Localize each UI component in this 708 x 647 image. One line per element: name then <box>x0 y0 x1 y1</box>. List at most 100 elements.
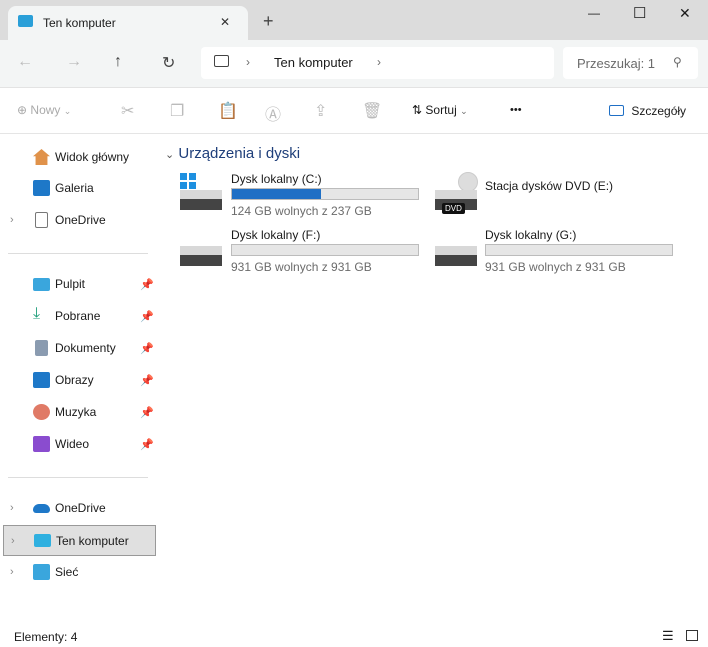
plus-circle-icon: ⊕ <box>17 103 28 117</box>
pin-icon[interactable]: 📌 <box>140 278 154 291</box>
section-header[interactable]: ⌄ Urządzenia i dyski <box>165 145 300 162</box>
details-label: Szczegóły <box>631 104 687 118</box>
tiles-view-icon[interactable] <box>686 630 698 641</box>
chevron-right-icon[interactable]: › <box>10 502 14 514</box>
address-bar[interactable]: › Ten komputer › <box>201 47 554 79</box>
sidebar-item-home[interactable]: Widok główny <box>0 141 156 173</box>
paste-icon[interactable]: 📋 <box>218 101 238 121</box>
divider <box>8 477 148 478</box>
computer-icon <box>18 15 33 27</box>
new-label: Nowy <box>30 103 61 117</box>
chevron-down-icon: ⌄ <box>165 149 175 161</box>
desktop-icon <box>33 278 50 291</box>
close-window-button[interactable]: ✕ <box>679 5 691 22</box>
details-pane-icon <box>609 105 624 116</box>
sidebar-item-ten-komputer[interactable]: › Ten komputer <box>3 525 156 556</box>
back-icon[interactable]: ← <box>17 53 33 71</box>
drive-c[interactable]: Dysk lokalny (C:) 124 GB wolnych z 237 G… <box>178 170 423 222</box>
more-options-button[interactable]: ••• <box>510 104 522 116</box>
sort-button[interactable]: ⇅ Sortuj ⌄ <box>412 103 468 117</box>
sidebar-item-siec[interactable]: › Sieć <box>0 556 156 588</box>
maximize-button[interactable]: ☐ <box>633 4 646 22</box>
sidebar-item-pulpit[interactable]: Pulpit 📌 <box>0 268 156 300</box>
sidebar-item-pobrane[interactable]: ⤓ Pobrane 📌 <box>0 300 156 332</box>
sidebar-item-wideo[interactable]: Wideo 📌 <box>0 428 156 460</box>
details-view-icon[interactable]: ☰ <box>662 628 674 644</box>
new-tab-button[interactable]: + <box>263 11 274 32</box>
hard-drive-icon <box>435 246 477 266</box>
label: OneDrive <box>55 501 106 515</box>
sidebar-item-dokumenty[interactable]: Dokumenty 📌 <box>0 332 156 364</box>
drive-g[interactable]: Dysk lokalny (G:) 931 GB wolnych z 931 G… <box>433 226 678 278</box>
download-icon: ⤓ <box>33 305 41 322</box>
pin-icon[interactable]: 📌 <box>140 310 154 323</box>
sidebar-item-onedrive-personal[interactable]: › OneDrive <box>0 204 156 236</box>
forward-icon[interactable]: → <box>66 53 82 71</box>
drive-info: 124 GB wolnych z 237 GB <box>231 204 372 218</box>
navigation-bar: ← → ↑ ↻ › Ten komputer › Przeszukaj: 1 ⚲ <box>0 40 708 88</box>
chevron-right-icon[interactable]: › <box>377 55 381 69</box>
search-icon: ⚲ <box>673 55 682 69</box>
hard-drive-icon <box>180 246 222 266</box>
pin-icon[interactable]: 📌 <box>140 438 154 451</box>
cut-icon[interactable]: ✂ <box>121 101 134 121</box>
divider <box>8 253 148 254</box>
delete-icon[interactable]: 🗑 <box>362 101 382 121</box>
chevron-down-icon: ⌄ <box>63 106 72 116</box>
usage-bar <box>231 244 419 256</box>
chevron-right-icon: › <box>246 55 250 69</box>
drive-name: Stacja dysków DVD (E:) <box>485 179 614 193</box>
rename-icon[interactable]: Ⓐ <box>265 101 281 125</box>
drive-name: Dysk lokalny (F:) <box>231 228 321 242</box>
command-bar: ⊕ Nowy ⌄ ✂ ❐ 📋 Ⓐ ⇪ 🗑 ⇅ Sortuj ⌄ ••• Szcz… <box>0 88 708 134</box>
tab-title: Ten komputer <box>43 16 116 30</box>
sidebar-item-muzyka[interactable]: Muzyka 📌 <box>0 396 156 428</box>
new-button[interactable]: ⊕ Nowy ⌄ <box>17 103 71 117</box>
pin-icon[interactable]: 📌 <box>140 374 154 387</box>
status-item-count: Elementy: 4 <box>14 630 78 644</box>
label: Sieć <box>55 565 79 579</box>
label: Muzyka <box>55 405 97 419</box>
drive-e-dvd[interactable]: DVD Stacja dysków DVD (E:) <box>433 170 678 222</box>
hard-drive-icon <box>180 190 222 210</box>
usage-fill <box>232 189 322 199</box>
pin-icon[interactable]: 📌 <box>140 406 154 419</box>
search-placeholder: Przeszukaj: 1 <box>577 56 656 71</box>
search-input[interactable]: Przeszukaj: 1 ⚲ <box>563 47 698 79</box>
chevron-right-icon[interactable]: › <box>10 214 14 226</box>
usage-bar <box>231 188 419 200</box>
label: Obrazy <box>55 373 94 387</box>
details-button[interactable]: Szczegóły <box>609 104 686 118</box>
chevron-down-icon: ⌄ <box>460 106 468 116</box>
tab-ten-komputer[interactable]: Ten komputer ✕ <box>8 6 248 42</box>
chevron-right-icon[interactable]: › <box>11 535 15 547</box>
sidebar-item-obrazy[interactable]: Obrazy 📌 <box>0 364 156 396</box>
music-icon <box>33 404 50 420</box>
label: Pobrane <box>55 309 101 323</box>
chevron-right-icon[interactable]: › <box>10 566 14 578</box>
minimize-button[interactable]: — <box>588 6 600 20</box>
label: Pulpit <box>55 277 86 291</box>
label: Dokumenty <box>55 341 116 355</box>
disc-icon <box>458 172 478 192</box>
close-tab-button[interactable]: ✕ <box>220 15 230 29</box>
drive-f[interactable]: Dysk lokalny (F:) 931 GB wolnych z 931 G… <box>178 226 423 278</box>
label: Galeria <box>55 181 94 195</box>
documents-icon <box>35 340 48 356</box>
drive-info: 931 GB wolnych z 931 GB <box>231 260 372 274</box>
home-icon <box>33 149 50 165</box>
refresh-icon[interactable]: ↻ <box>162 53 175 73</box>
sort-icon: ⇅ <box>412 103 423 117</box>
breadcrumb-ten-komputer[interactable]: Ten komputer <box>274 55 353 70</box>
pictures-icon <box>33 372 50 388</box>
up-icon[interactable]: ↑ <box>114 53 122 71</box>
share-icon[interactable]: ⇪ <box>314 101 327 121</box>
usage-bar <box>485 244 673 256</box>
section-title: Urządzenia i dyski <box>178 145 301 162</box>
dvd-badge: DVD <box>442 203 465 214</box>
sidebar-item-gallery[interactable]: Galeria <box>0 172 156 204</box>
copy-icon[interactable]: ❐ <box>170 101 184 121</box>
sidebar-item-onedrive[interactable]: › OneDrive <box>0 492 156 524</box>
pin-icon[interactable]: 📌 <box>140 342 154 355</box>
cloud-icon <box>33 504 50 513</box>
